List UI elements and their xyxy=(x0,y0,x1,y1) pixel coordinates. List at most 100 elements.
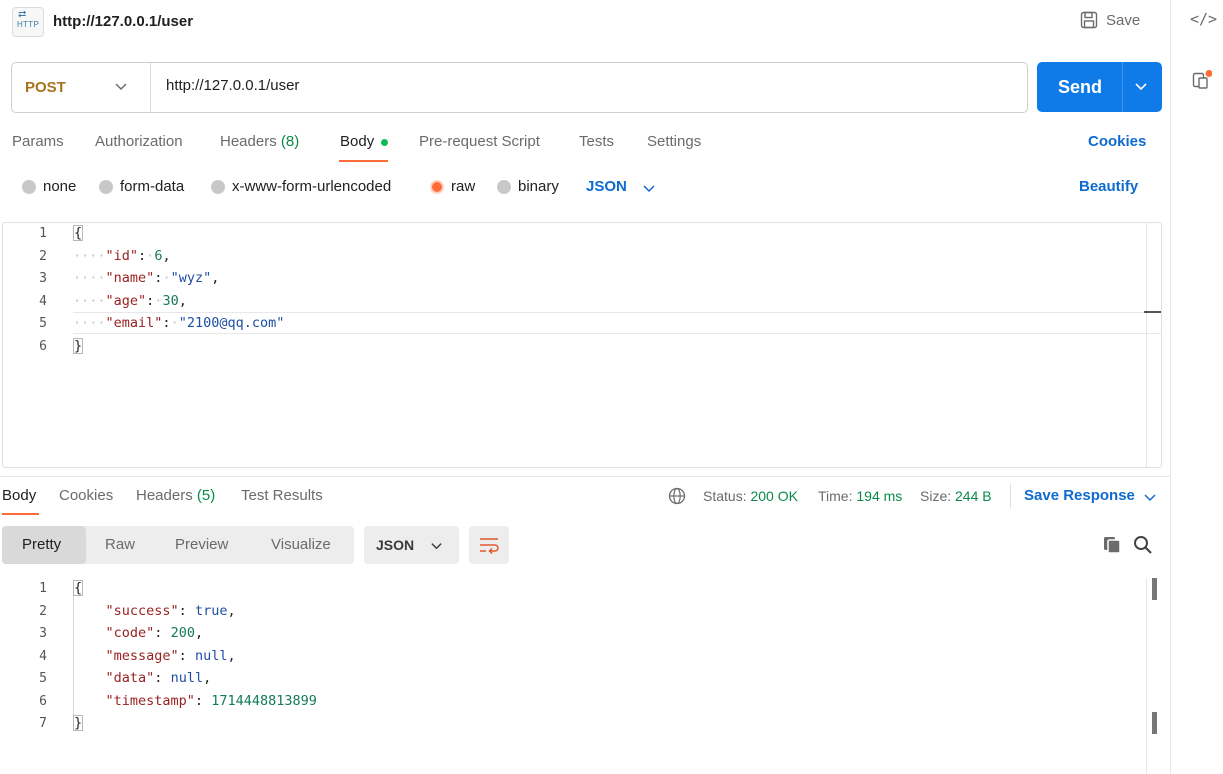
tab-headers-label: Headers xyxy=(220,133,277,150)
tab-headers[interactable]: Headers (8) xyxy=(220,133,299,150)
json-comma: , xyxy=(203,670,212,686)
tab-authorization[interactable]: Authorization xyxy=(95,133,183,150)
view-pretty-label[interactable]: Pretty xyxy=(22,536,61,553)
response-status[interactable]: Status: 200 OK xyxy=(703,488,798,504)
save-icon xyxy=(1080,11,1098,29)
line-number: 6 xyxy=(39,694,47,709)
chevron-down-icon[interactable] xyxy=(1143,490,1157,504)
radio-urlencoded-label: x-www-form-urlencoded xyxy=(232,178,392,195)
json-comma: , xyxy=(211,270,220,286)
radio-dot-selected xyxy=(430,179,444,194)
time-label: Time: xyxy=(818,488,853,504)
http-badge: HTTP xyxy=(17,20,40,29)
code-line: } xyxy=(73,715,84,731)
url-input[interactable]: http://127.0.0.1/user xyxy=(166,77,299,94)
divider xyxy=(1122,62,1123,112)
editor-scrollbar-marker[interactable] xyxy=(1144,311,1161,313)
radio-dot xyxy=(211,179,225,194)
editor-scrollbar-track[interactable] xyxy=(1146,223,1147,467)
request-title[interactable]: http://127.0.0.1/user xyxy=(53,13,193,30)
chevron-down-icon[interactable] xyxy=(114,79,128,93)
http-request-icon: ⇄ HTTP xyxy=(12,7,44,37)
json-value: 30 xyxy=(162,293,179,309)
url-bar xyxy=(11,62,1028,113)
json-value: 1714448813899 xyxy=(211,693,317,709)
method-select[interactable]: POST xyxy=(25,79,66,96)
documentation-icon[interactable] xyxy=(1192,70,1213,90)
chevron-down-icon[interactable] xyxy=(642,181,656,195)
radio-binary[interactable]: binary xyxy=(497,178,559,195)
response-tab-test-results[interactable]: Test Results xyxy=(241,487,323,504)
request-body-editor[interactable] xyxy=(2,222,1162,468)
json-value: true xyxy=(194,603,228,619)
response-time[interactable]: Time: 194 ms xyxy=(818,488,902,504)
line-number: 5 xyxy=(39,671,47,686)
line-number: 4 xyxy=(39,294,47,309)
headers-count: (8) xyxy=(280,133,300,150)
beautify-button[interactable]: Beautify xyxy=(1079,178,1138,195)
code-line: "message": null, xyxy=(105,648,236,664)
tab-settings[interactable]: Settings xyxy=(647,133,701,150)
response-size[interactable]: Size: 244 B xyxy=(920,488,992,504)
response-scrollbar-track[interactable] xyxy=(1146,578,1147,774)
view-preview-button[interactable]: Preview xyxy=(175,536,228,553)
scrollbar-marker[interactable] xyxy=(1152,712,1157,734)
response-tab-body[interactable]: Body xyxy=(2,487,36,504)
tab-params[interactable]: Params xyxy=(12,133,64,150)
radio-form-data[interactable]: form-data xyxy=(99,178,184,195)
line-number: 2 xyxy=(39,604,47,619)
json-comma: , xyxy=(194,625,204,641)
radio-raw[interactable]: raw xyxy=(430,178,475,195)
response-tab-cookies[interactable]: Cookies xyxy=(59,487,113,504)
view-raw-button[interactable]: Raw xyxy=(105,536,135,553)
active-tab-underline xyxy=(339,160,388,162)
code-line: "timestamp": 1714448813899 xyxy=(105,693,317,709)
code-line: ····"name":·"wyz", xyxy=(73,270,220,286)
json-comma: , xyxy=(227,603,236,619)
json-value: null xyxy=(194,648,228,664)
body-format-select[interactable]: JSON xyxy=(586,178,627,195)
right-sidebar-divider xyxy=(1170,0,1171,774)
radio-none[interactable]: none xyxy=(22,178,76,195)
save-response-button[interactable]: Save Response xyxy=(1024,487,1135,504)
divider xyxy=(150,63,151,112)
line-number: 1 xyxy=(39,226,47,241)
json-value: "2100@qq.com" xyxy=(178,315,285,331)
response-tab-headers[interactable]: Headers (5) xyxy=(136,487,215,504)
globe-icon[interactable] xyxy=(668,487,686,505)
response-format-label[interactable]: JSON xyxy=(376,537,414,553)
tab-prerequest-script[interactable]: Pre-request Script xyxy=(419,133,540,150)
cookies-link[interactable]: Cookies xyxy=(1088,133,1146,150)
code-line: ····"age":·30, xyxy=(73,293,187,309)
size-value: 244 B xyxy=(955,488,992,504)
view-visualize-button[interactable]: Visualize xyxy=(271,536,331,553)
radio-dot xyxy=(22,179,36,194)
close-brace: } xyxy=(73,338,84,354)
json-key: "code" xyxy=(105,625,155,641)
scrollbar-marker[interactable] xyxy=(1152,578,1157,600)
code-snippet-icon[interactable]: </> xyxy=(1190,10,1217,28)
line-number: 2 xyxy=(39,249,47,264)
json-comma: , xyxy=(162,248,171,264)
line-number: 5 xyxy=(39,316,47,331)
code-line: ····"id":·6, xyxy=(73,248,171,264)
line-number: 3 xyxy=(39,626,47,641)
radio-binary-label: binary xyxy=(518,178,559,195)
send-options-chevron-icon[interactable] xyxy=(1134,79,1148,93)
search-icon[interactable] xyxy=(1133,535,1153,555)
wrap-lines-button[interactable] xyxy=(469,526,509,564)
tab-tests[interactable]: Tests xyxy=(579,133,614,150)
json-value: null xyxy=(170,670,204,686)
response-tab-headers-label: Headers xyxy=(136,487,193,504)
copy-icon[interactable] xyxy=(1102,535,1122,555)
json-value: "wyz" xyxy=(170,270,212,286)
pane-divider[interactable] xyxy=(0,476,1170,477)
radio-urlencoded[interactable]: x-www-form-urlencoded xyxy=(211,178,391,195)
chevron-down-icon[interactable] xyxy=(430,539,443,552)
status-label: Status: xyxy=(703,488,747,504)
code-line: { xyxy=(73,225,84,241)
save-button[interactable]: Save xyxy=(1080,11,1140,29)
send-label[interactable]: Send xyxy=(1058,77,1102,98)
tab-body[interactable]: Body xyxy=(340,133,374,150)
open-brace: { xyxy=(73,225,84,241)
